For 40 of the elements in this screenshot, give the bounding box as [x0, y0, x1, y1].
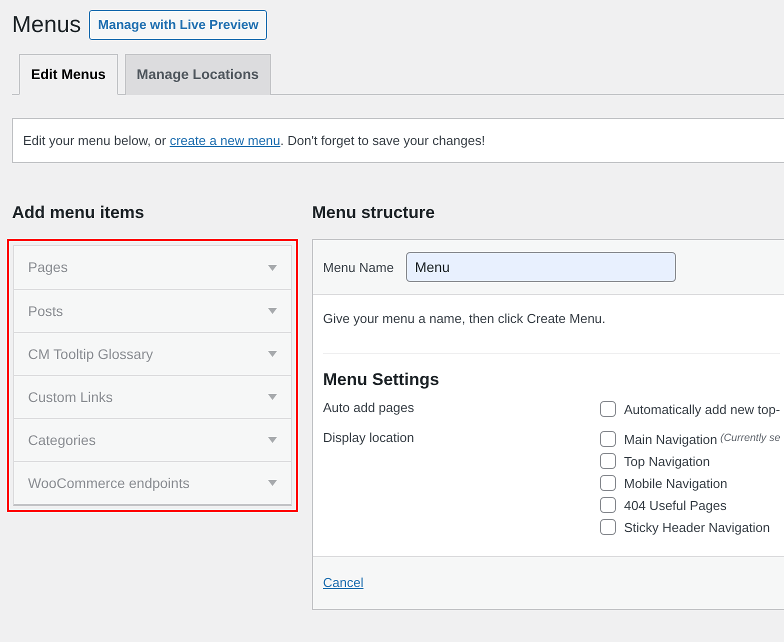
checkbox[interactable]: [600, 431, 616, 448]
tab[interactable]: Edit Menus: [19, 54, 118, 94]
accordion-section[interactable]: Posts: [14, 289, 291, 332]
caret-down-icon: [268, 480, 277, 486]
option-label: Automatically add new top-: [624, 400, 780, 419]
cancel-link[interactable]: Cancel: [323, 575, 364, 590]
option-label: Top Navigation: [624, 452, 710, 471]
accordion-section[interactable]: CM Tooltip Glossary: [14, 332, 291, 376]
settings-heading: Menu Settings: [323, 370, 440, 390]
page-title: Menus: [12, 10, 82, 39]
option-label: Mobile Navigation: [624, 474, 728, 493]
instruction-text: Give your menu a name, then click Create Menu.: [323, 310, 607, 328]
checkbox[interactable]: [600, 401, 616, 418]
menu-name-field[interactable]: Menu: [406, 252, 676, 282]
accordion-section[interactable]: Categories: [14, 418, 291, 462]
option-label: Main Navigation: [624, 430, 718, 449]
option-note: (Currently se: [720, 431, 780, 446]
option-label: Sticky Header Navigation: [624, 518, 770, 537]
create-menu-link[interactable]: create a new menu: [170, 132, 280, 148]
caret-down-icon: [268, 351, 277, 358]
tab[interactable]: Manage Locations: [124, 54, 271, 94]
option-label: 404 Useful Pages: [624, 496, 727, 515]
field-label: Menu Name: [323, 258, 394, 277]
caret-down-icon: [268, 394, 277, 400]
checkbox[interactable]: [600, 453, 616, 470]
setting-label: Auto add pages: [323, 399, 416, 418]
caret-down-icon: [268, 264, 277, 271]
checkbox[interactable]: [600, 475, 616, 492]
live-preview-button[interactable]: Manage with Live Preview: [89, 10, 268, 40]
section-heading: Menu structure: [312, 203, 436, 224]
notice-text: Edit your menu below, or create a new menu. Don't forget to save your changes!: [12, 118, 784, 163]
checkbox[interactable]: [600, 519, 616, 536]
caret-down-icon: [268, 308, 277, 314]
accordion-section[interactable]: WooCommerce endpoints: [14, 461, 291, 504]
section-heading: Add menu items: [12, 203, 146, 224]
checkbox[interactable]: [600, 497, 616, 514]
accordion-section[interactable]: Custom Links: [14, 375, 291, 418]
setting-label: Display location: [323, 429, 416, 448]
accordion-section[interactable]: Pages: [14, 246, 291, 290]
caret-down-icon: [268, 437, 277, 444]
